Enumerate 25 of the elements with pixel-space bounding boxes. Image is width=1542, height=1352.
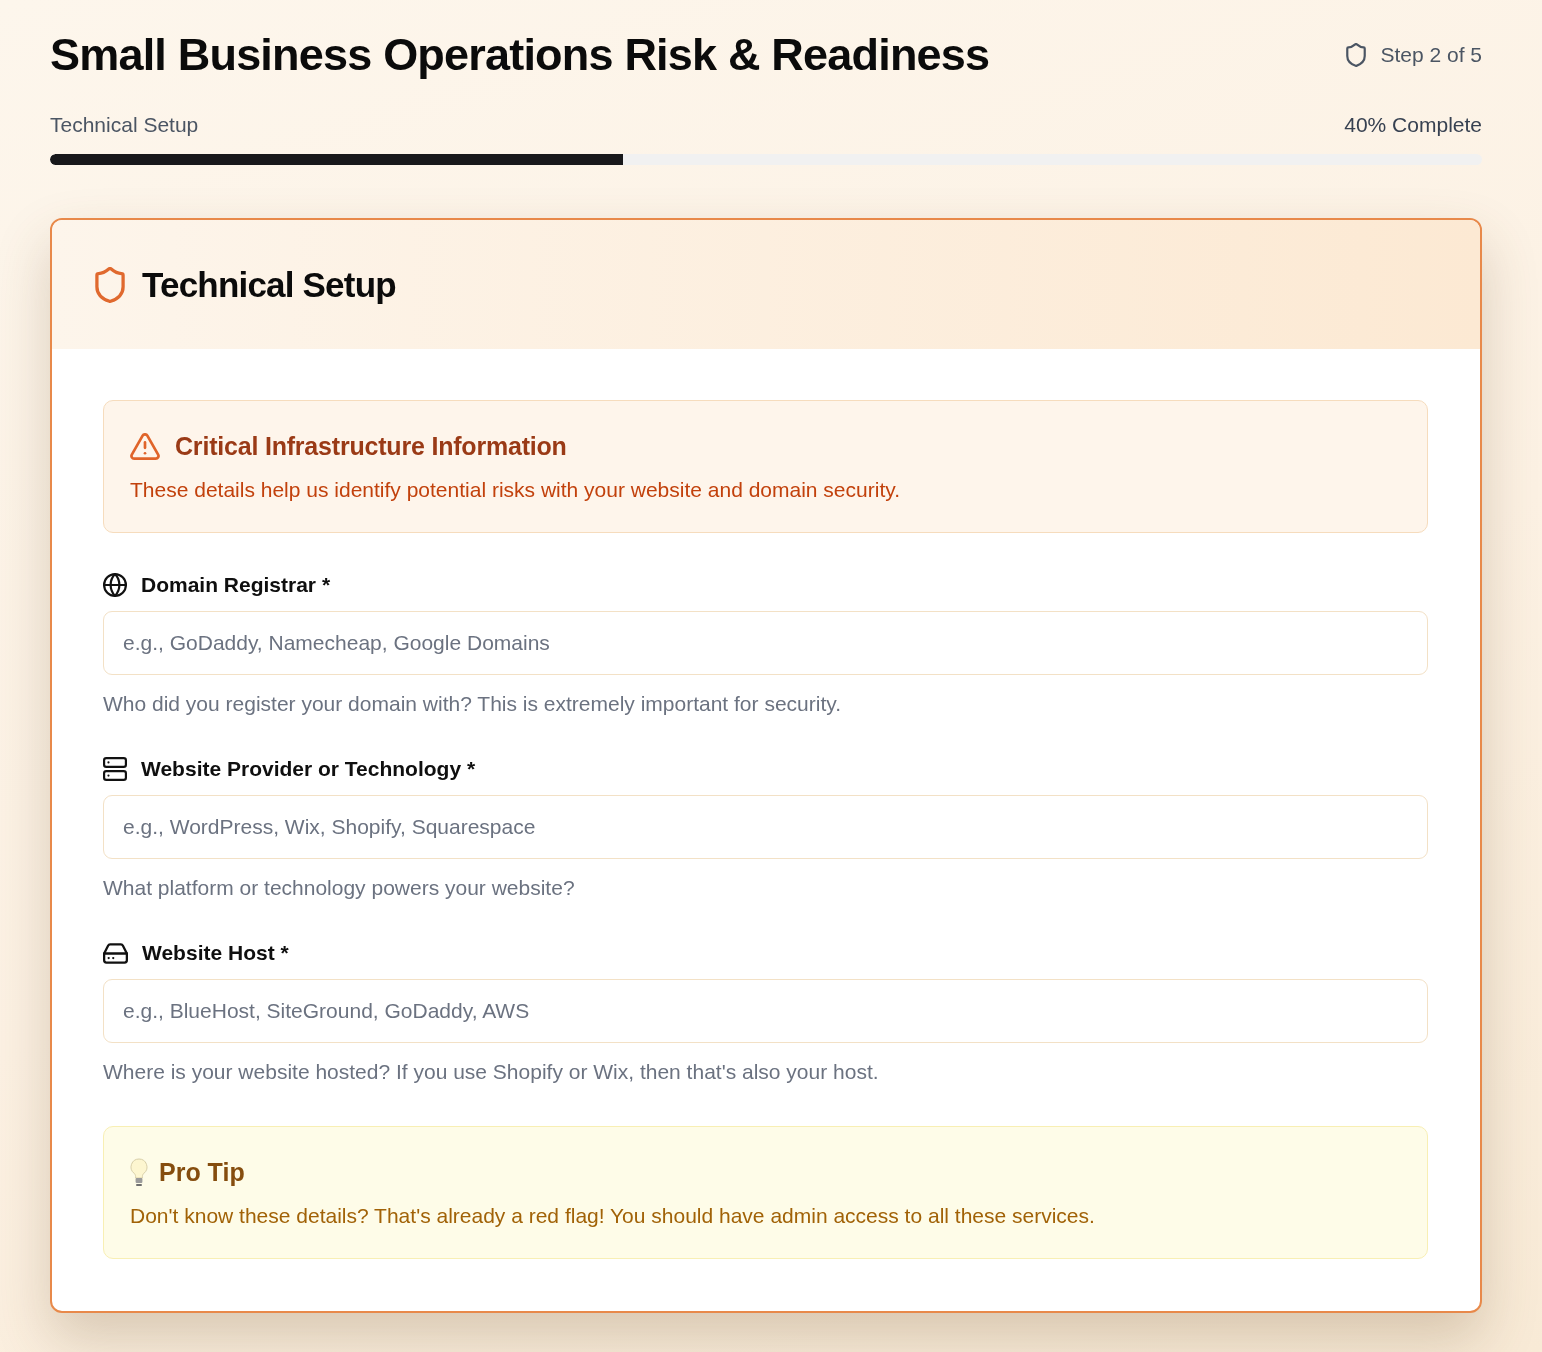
step-indicator: Step 2 of 5 bbox=[1380, 41, 1482, 68]
help-text: Who did you register your domain with? This is extremely important for security. bbox=[103, 691, 842, 717]
hard-drive-icon bbox=[103, 942, 128, 964]
alert-text: These details help us identify potential risks with your website and domain security. bbox=[130, 477, 901, 503]
card-title: Technical Setup bbox=[142, 264, 396, 305]
server-icon bbox=[103, 757, 127, 781]
shield-icon bbox=[95, 266, 125, 303]
field-label: Website Host * bbox=[142, 941, 289, 965]
page-title: Small Business Operations Risk & Readiness bbox=[50, 28, 990, 82]
help-text: Where is your website hosted? If you use Shopify or Wix, then that's also your host. bbox=[103, 1059, 880, 1085]
input-field[interactable]: e.g., BlueHost, SiteGround, GoDaddy, AWS bbox=[103, 979, 1428, 1043]
tip-text: Don't know these details? That's already a red flag! You should have admin access to all these services. bbox=[130, 1203, 1096, 1229]
tip-title: Pro Tip bbox=[159, 1157, 245, 1187]
input-field[interactable]: e.g., WordPress, Wix, Shopify, Squarespace bbox=[103, 795, 1428, 859]
help-text: What platform or technology powers your website? bbox=[103, 875, 576, 901]
input-field[interactable]: e.g., GoDaddy, Namecheap, Google Domains bbox=[103, 611, 1428, 675]
field-label: Website Provider or Technology * bbox=[141, 757, 476, 781]
shield-icon bbox=[1346, 42, 1367, 67]
alert-title: Critical Infrastructure Information bbox=[175, 431, 567, 461]
lightbulb-icon bbox=[130, 1158, 148, 1186]
globe-icon bbox=[103, 573, 127, 597]
section-label: Technical Setup bbox=[50, 113, 199, 137]
field-label: Domain Registrar * bbox=[141, 573, 331, 597]
warning-icon bbox=[130, 432, 160, 460]
progress-percentage: 40% Complete bbox=[1344, 113, 1482, 137]
